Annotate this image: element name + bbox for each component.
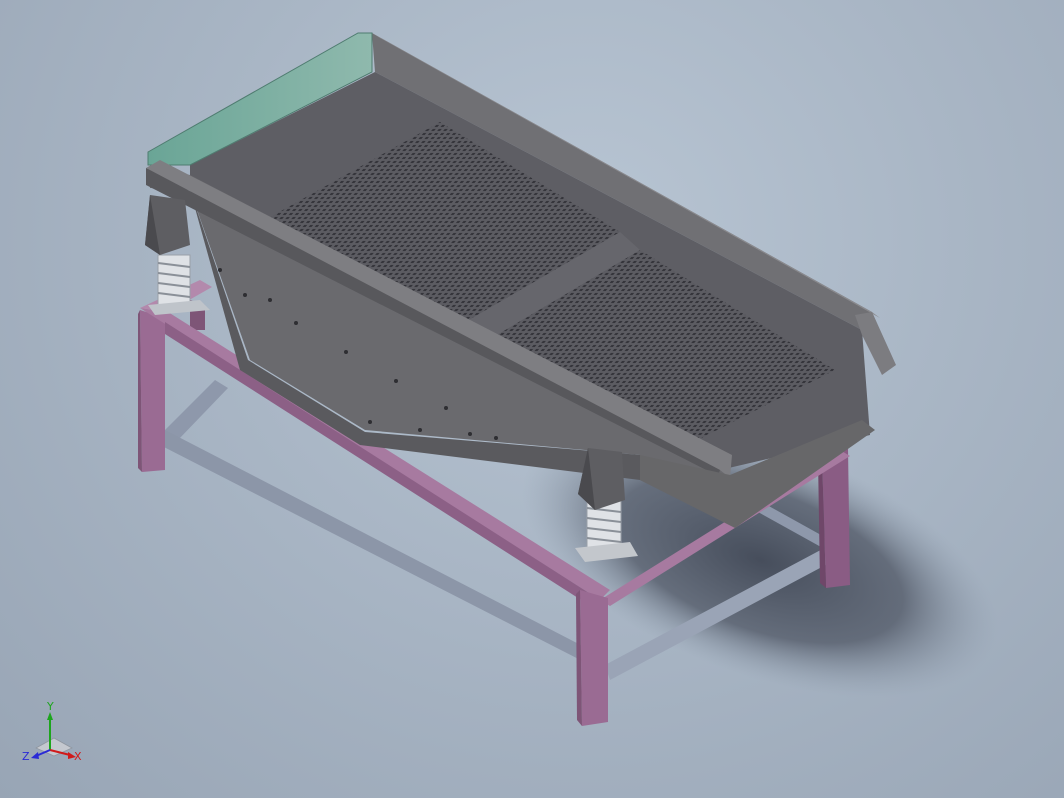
coordinate-triad: Y X Z — [22, 700, 82, 763]
model-view[interactable] — [0, 0, 1064, 798]
leg-front-left — [140, 310, 165, 472]
leg-front-right — [580, 590, 608, 726]
graphics-viewport[interactable]: Y X Z — [0, 0, 1064, 798]
lower-brace-back — [165, 380, 228, 440]
y-axis-label: Y — [46, 700, 54, 713]
x-axis-label: X — [74, 750, 82, 763]
z-axis-arrow — [31, 752, 39, 759]
y-axis-arrow — [47, 712, 53, 720]
screen-housing[interactable] — [145, 32, 896, 528]
z-axis-label: Z — [22, 750, 30, 763]
